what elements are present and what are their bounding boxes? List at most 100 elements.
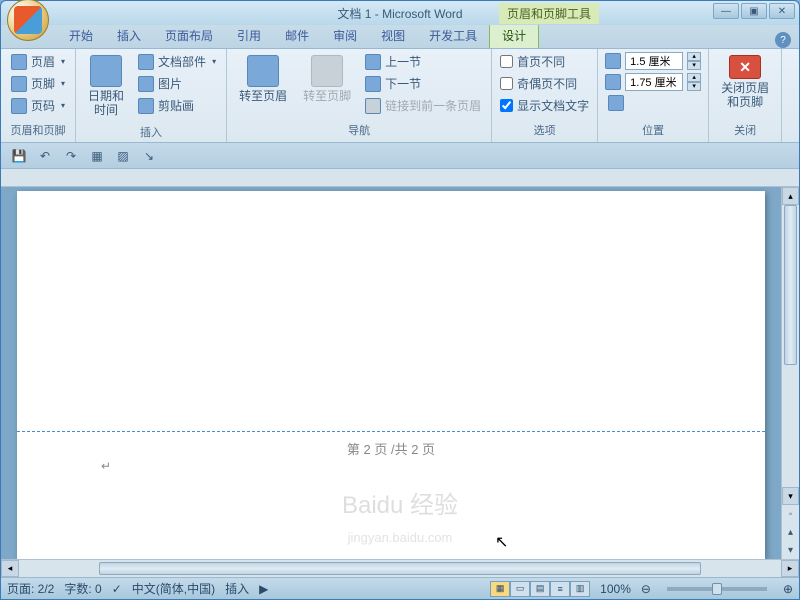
footer-page-number[interactable]: 第 2 页 /共 2 页	[17, 439, 765, 458]
insert-align-tab-button[interactable]	[604, 93, 702, 113]
contextual-tab-label: 页眉和页脚工具	[499, 3, 599, 24]
goto-header-button[interactable]: 转至页眉	[233, 51, 293, 107]
statusbar: 页面: 2/2 字数: 0 ✓ 中文(简体,中国) 插入 ▶ ▦ ▭ ▤ ≡ ▥…	[1, 577, 799, 599]
zoom-level[interactable]: 100%	[600, 582, 631, 596]
zoom-in-button[interactable]: ⊕	[783, 582, 793, 596]
chevron-down-icon: ▾	[212, 57, 216, 66]
scroll-left-button[interactable]: ◂	[1, 560, 19, 577]
close-icon: ✕	[729, 55, 761, 79]
spin-up[interactable]: ▴	[687, 52, 701, 61]
prev-section-button[interactable]: 上一节	[361, 51, 485, 72]
qat-button[interactable]: ↘	[139, 146, 159, 166]
link-icon	[365, 98, 381, 114]
vertical-scrollbar[interactable]: ▴ ▾ ◦ ▴ ▾	[781, 187, 799, 559]
goto-header-icon	[247, 55, 279, 87]
insert-mode[interactable]: 插入	[225, 580, 249, 597]
scroll-thumb[interactable]	[784, 205, 797, 365]
horizontal-scrollbar[interactable]: ◂ ▸	[1, 559, 799, 577]
close-header-footer-button[interactable]: ✕关闭页眉 和页脚	[715, 51, 775, 114]
maximize-button[interactable]: ▣	[741, 3, 767, 19]
tab-references[interactable]: 引用	[225, 23, 273, 48]
browse-object-button[interactable]: ◦	[782, 505, 799, 523]
ruler[interactable]	[1, 169, 799, 187]
scroll-thumb[interactable]	[99, 562, 701, 575]
tab-insert[interactable]: 插入	[105, 23, 153, 48]
parts-icon	[138, 54, 154, 70]
qat-button[interactable]: ▨	[113, 146, 133, 166]
macro-icon[interactable]: ▶	[259, 582, 268, 596]
tab-home[interactable]: 开始	[57, 23, 105, 48]
tab-mailings[interactable]: 邮件	[273, 23, 321, 48]
qat-button[interactable]: ▦	[87, 146, 107, 166]
spellcheck-icon[interactable]: ✓	[112, 582, 122, 596]
footer-from-bottom-input[interactable]	[625, 73, 683, 91]
datetime-button[interactable]: 日期和 时间	[82, 51, 130, 122]
quickparts-button[interactable]: 文档部件▾	[134, 51, 220, 72]
tab-view[interactable]: 视图	[369, 23, 417, 48]
full-screen-view[interactable]: ▭	[510, 581, 530, 597]
office-button[interactable]	[7, 0, 49, 41]
spin-down[interactable]: ▾	[687, 82, 701, 91]
group-label: 页眉和页脚	[7, 120, 69, 140]
titlebar: 文档 1 - Microsoft Word 页眉和页脚工具 — ▣ ✕	[1, 1, 799, 25]
page[interactable]: 第 2 页 /共 2 页 ↵	[17, 191, 765, 559]
chevron-down-icon: ▾	[61, 57, 65, 66]
zoom-thumb[interactable]	[712, 583, 722, 595]
close-button[interactable]: ✕	[769, 3, 795, 19]
group-label: 插入	[82, 122, 220, 142]
clipart-icon	[138, 98, 154, 114]
zoom-slider[interactable]	[667, 587, 767, 591]
pagenum-icon	[11, 98, 27, 114]
help-button[interactable]: ?	[775, 32, 791, 48]
tab-layout[interactable]: 页面布局	[153, 23, 225, 48]
group-label: 关闭	[715, 120, 775, 140]
scroll-track[interactable]	[782, 205, 799, 487]
word-count[interactable]: 字数: 0	[64, 580, 101, 597]
spin-up[interactable]: ▴	[687, 73, 701, 82]
scroll-right-button[interactable]: ▸	[781, 560, 799, 577]
next-page-button[interactable]: ▾	[782, 541, 799, 559]
minimize-button[interactable]: —	[713, 3, 739, 19]
header-from-top-spinner[interactable]: ▴▾	[604, 51, 702, 71]
link-previous-button[interactable]: 链接到前一条页眉	[361, 95, 485, 116]
group-close: ✕关闭页眉 和页脚 关闭	[709, 49, 782, 142]
outline-view[interactable]: ≡	[550, 581, 570, 597]
undo-button[interactable]: ↶	[35, 146, 55, 166]
language-status[interactable]: 中文(简体,中国)	[132, 580, 215, 597]
footer-icon	[11, 76, 27, 92]
tab-design[interactable]: 设计	[489, 22, 539, 48]
scroll-track[interactable]	[19, 560, 781, 577]
footer-from-bottom-spinner[interactable]: ▴▾	[604, 72, 702, 92]
goto-footer-icon	[311, 55, 343, 87]
page-status[interactable]: 页面: 2/2	[7, 580, 54, 597]
zoom-out-button[interactable]: ⊖	[641, 582, 651, 596]
first-page-different-checkbox[interactable]: 首页不同	[498, 51, 591, 72]
tab-review[interactable]: 审阅	[321, 23, 369, 48]
odd-even-different-checkbox[interactable]: 奇偶页不同	[498, 73, 591, 94]
tab-developer[interactable]: 开发工具	[417, 23, 489, 48]
spin-down[interactable]: ▾	[687, 61, 701, 70]
header-from-top-input[interactable]	[625, 52, 683, 70]
scroll-up-button[interactable]: ▴	[782, 187, 799, 205]
paragraph-mark-icon: ↵	[101, 459, 111, 473]
pagenum-button[interactable]: 页码▾	[7, 95, 69, 116]
draft-view[interactable]: ▥	[570, 581, 590, 597]
print-layout-view[interactable]: ▦	[490, 581, 510, 597]
footer-button[interactable]: 页脚▾	[7, 73, 69, 94]
picture-button[interactable]: 图片	[134, 73, 220, 94]
redo-button[interactable]: ↷	[61, 146, 81, 166]
clipart-button[interactable]: 剪贴画	[134, 95, 220, 116]
goto-footer-button[interactable]: 转至页脚	[297, 51, 357, 107]
chevron-down-icon: ▾	[61, 101, 65, 110]
group-insert: 日期和 时间 文档部件▾ 图片 剪贴画 插入	[76, 49, 227, 142]
show-document-text-checkbox[interactable]: 显示文档文字	[498, 95, 591, 116]
group-label: 导航	[233, 120, 485, 140]
picture-icon	[138, 76, 154, 92]
scroll-down-button[interactable]: ▾	[782, 487, 799, 505]
prev-page-button[interactable]: ▴	[782, 523, 799, 541]
web-layout-view[interactable]: ▤	[530, 581, 550, 597]
header-button[interactable]: 页眉▾	[7, 51, 69, 72]
save-button[interactable]: 💾	[9, 146, 29, 166]
ribbon: 页眉▾ 页脚▾ 页码▾ 页眉和页脚 日期和 时间 文档部件▾ 图片 剪贴画 插入…	[1, 49, 799, 143]
next-section-button[interactable]: 下一节	[361, 73, 485, 94]
